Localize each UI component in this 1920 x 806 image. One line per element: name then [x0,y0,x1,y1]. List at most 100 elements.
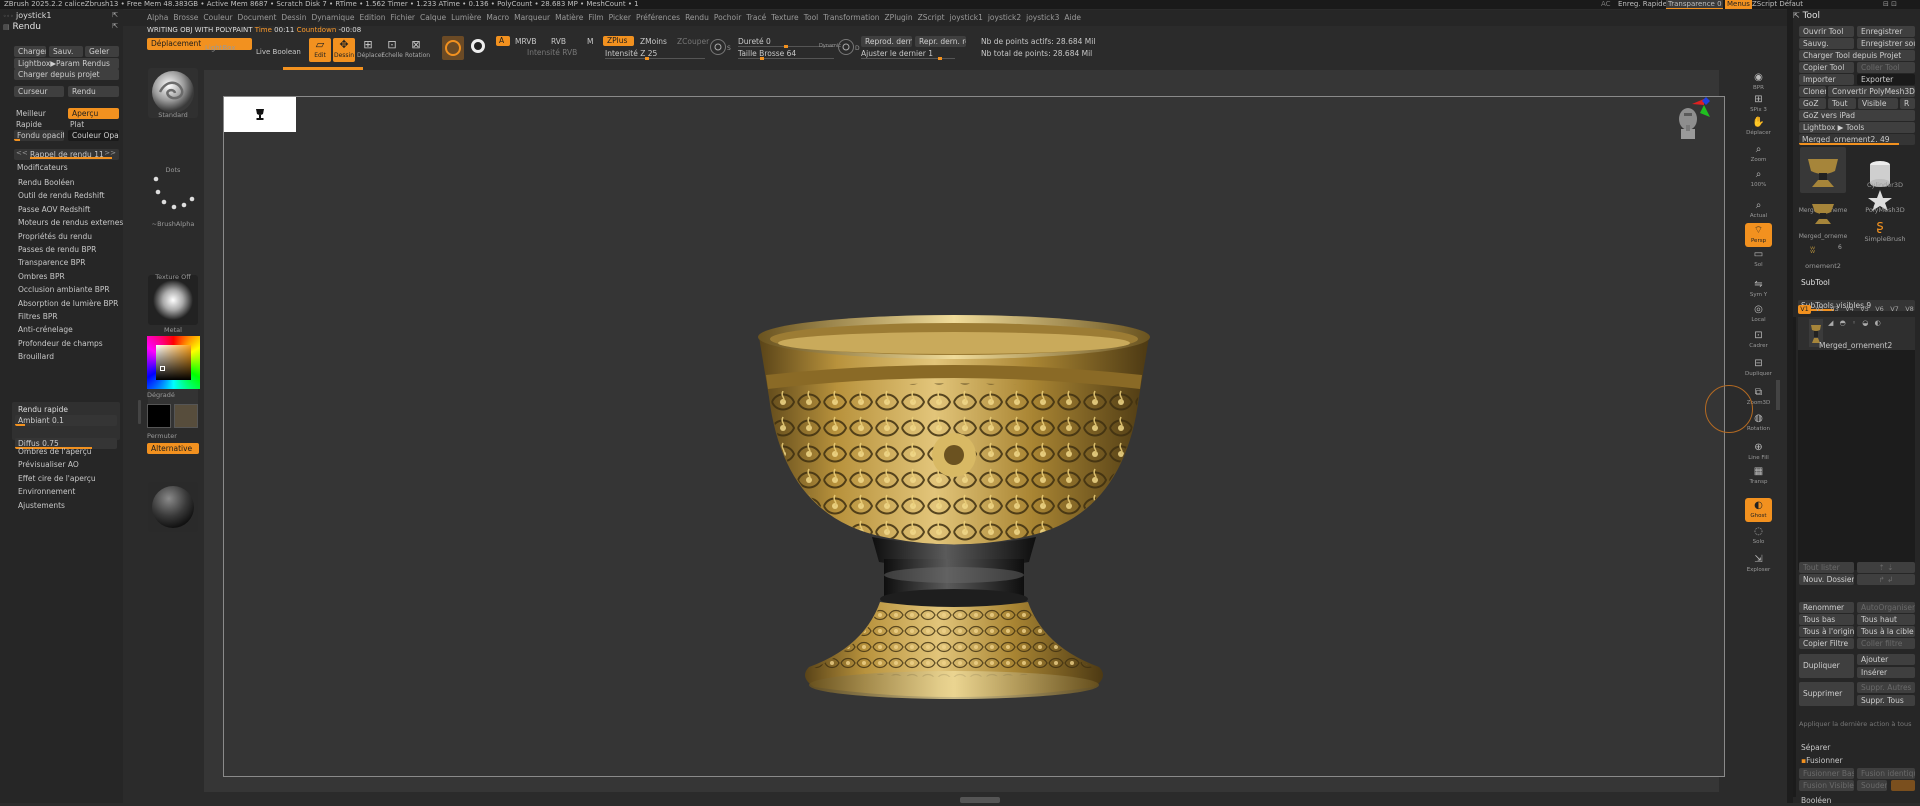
freeze-button[interactable]: Geler [85,46,119,57]
simplebrush-icon[interactable]: ʂ [1870,218,1890,236]
render-section-item[interactable]: Filtres BPR [18,311,58,322]
insert-button[interactable]: Insérer [1857,667,1915,678]
shelf-button[interactable]: ◎ Local [1745,302,1772,326]
autoorganize-button[interactable]: AutoOrganiser [1857,602,1915,613]
arrow-icons[interactable]: ↱ ↲ [1857,574,1915,585]
material-thumbnail[interactable] [148,482,198,532]
merge-similar-button[interactable]: Fusion identique [1857,768,1915,779]
shelf-button[interactable]: ▦ Transp [1745,464,1772,488]
stroke-thumbnail[interactable] [148,172,198,222]
paste-filter-button[interactable]: Coller filtre [1857,638,1915,649]
panel-title[interactable]: ▤ Rendu ⇱ [3,22,118,33]
ambient-slider[interactable]: Ambiant 0.1 [15,415,117,426]
subtool-eye-icons[interactable]: ◢ ◓ ◦ ◒ ◐ [1828,319,1913,327]
canvas-thumbnail-preview[interactable] [224,97,296,132]
menu-item[interactable]: Tool [804,10,819,26]
goz-button[interactable]: GoZ [1799,98,1826,109]
rgb-toggle[interactable]: RVB [551,36,566,47]
version-tab[interactable]: V8 [1903,305,1916,314]
goz-r-button[interactable]: R [1900,98,1915,109]
color-opacity-button[interactable]: Couleur Opac. [68,130,119,141]
menu-item[interactable]: Marqueur [514,10,550,26]
menu-item[interactable]: Pochoir [714,10,741,26]
menu-item[interactable]: Dynamique [311,10,354,26]
save-tool-button[interactable]: Enregistrer [1857,26,1915,37]
gizmo-color-button[interactable] [442,36,464,60]
draw-size-dial[interactable] [838,39,854,55]
goz-ipad-button[interactable]: GoZ vers iPad [1799,110,1915,121]
menu-item[interactable]: Texture [771,10,798,26]
bottom-shelf-handle[interactable] [960,797,1000,803]
merge-section[interactable]: ▪Fusionner [1801,755,1843,766]
render-section-item[interactable]: Outil de rendu Redshift [18,190,105,201]
version-tab[interactable]: V2 [1813,305,1826,314]
open-tool-button[interactable]: Ouvrir Tool [1799,26,1854,37]
ornament-tool-icon[interactable]: ʬ [1810,245,1832,259]
brush-size-slider[interactable]: Taille Brosse 64 [738,48,834,60]
render-section-item[interactable]: Anti-crénelage [18,324,73,335]
swap-colors-button[interactable]: Permuter [147,432,197,441]
render-section-item[interactable]: Effet cire de l'aperçu [18,473,96,484]
convert-polymesh-button[interactable]: Convertir PolyMesh3D [1828,86,1915,97]
version-tab[interactable]: V5 [1858,305,1871,314]
menu-item[interactable]: Lumière [451,10,481,26]
new-folder-button[interactable]: Nouv. Dossier [1799,574,1854,585]
mrgb-toggle[interactable]: MRVB [515,36,537,47]
shelf-button[interactable]: ⇲ Exploser [1745,552,1772,576]
scale-mode-button[interactable]: ⊡ Echelle [381,38,403,62]
duplicate-button[interactable]: Dupliquer [1799,654,1854,678]
shelf-button[interactable]: ▭ Sol [1745,247,1772,271]
a-toggle[interactable]: A [496,36,510,46]
shelf-button[interactable]: ◌ Solo [1745,524,1772,548]
render-section-item[interactable]: Transparence BPR [18,257,85,268]
render-section-item[interactable]: Ajustements [18,500,65,511]
clone-button[interactable]: Cloner [1799,86,1826,97]
menu-item[interactable]: ZScript [918,10,945,26]
shelf-button[interactable]: ⌕ Actual [1745,198,1772,222]
copy-filter-button[interactable]: Copier Filtre [1799,638,1854,649]
menu-item[interactable]: Rendu [685,10,709,26]
quicksave-button[interactable]: Enreg. Rapide [1618,0,1667,9]
import-button[interactable]: Importer [1799,74,1854,85]
current-tool-slider[interactable]: Merged_ornement2. 49 [1799,134,1915,145]
focal-shift-dial[interactable] [710,39,726,55]
modifiers-section[interactable]: Modificateurs [17,162,68,173]
lightbox-render-params-button[interactable]: Lightbox▶Param Rendus [14,58,119,69]
render-section-item[interactable]: Occlusion ambiante BPR [18,284,110,295]
render-section-item[interactable]: Moteurs de rendus externes [18,217,123,228]
menu-item[interactable]: Brosse [173,10,198,26]
adjust-last-slider[interactable]: Ajuster le dernier 1 [861,48,955,60]
render-history-slider[interactable]: << Rappel de rendu 11 >> [14,149,119,160]
history-next-icon[interactable]: >> [104,149,116,157]
delete-all-button[interactable]: Suppr. Tous [1857,695,1915,706]
shelf-scroll-handle[interactable] [1776,380,1780,410]
plugin-header[interactable]: ◦◦◦ joystick1 ⇱ [3,11,118,21]
pin-icon[interactable]: ⇱ [1793,11,1800,20]
render-section-item[interactable]: Profondeur de champs [18,338,103,349]
menu-item[interactable]: Macro [486,10,509,26]
append-button[interactable]: Ajouter [1857,654,1915,665]
all-low-button[interactable]: Tous bas [1799,614,1854,625]
boolean-section[interactable]: Booléen [1801,795,1831,806]
save-button[interactable]: Sauv. [49,46,83,57]
rename-button[interactable]: Renommer [1799,602,1854,613]
pin-icon[interactable]: ⇱ [112,22,118,30]
goz-visible-button[interactable]: Visible [1858,98,1898,109]
draw-mode-button[interactable]: ✥ Dessin [333,38,355,62]
render-section-item[interactable]: Rendu Booléen [18,177,75,188]
saturation-square[interactable] [156,345,191,380]
menu-item[interactable]: joystick3 [1026,10,1059,26]
menu-item[interactable]: joystick2 [988,10,1021,26]
version-tab[interactable]: V4 [1843,305,1856,314]
alternative-button[interactable]: Alternative [147,443,199,454]
subtool-section-title[interactable]: SubTool [1801,277,1830,288]
shelf-button[interactable]: ◐ Ghost [1745,498,1772,522]
cursor-mode-button[interactable]: Curseur [14,86,64,97]
secondary-color-swatch[interactable] [174,404,198,428]
menu-item[interactable]: Document [238,10,277,26]
document-canvas[interactable] [223,96,1725,777]
save-as-button[interactable]: Sauvg. [1799,38,1854,49]
all-origin-button[interactable]: Tous à l'origine [1799,626,1854,637]
render-section-item[interactable]: Absorption de lumière BPR [18,298,118,309]
pin-icon[interactable]: ⇱ [112,11,118,19]
